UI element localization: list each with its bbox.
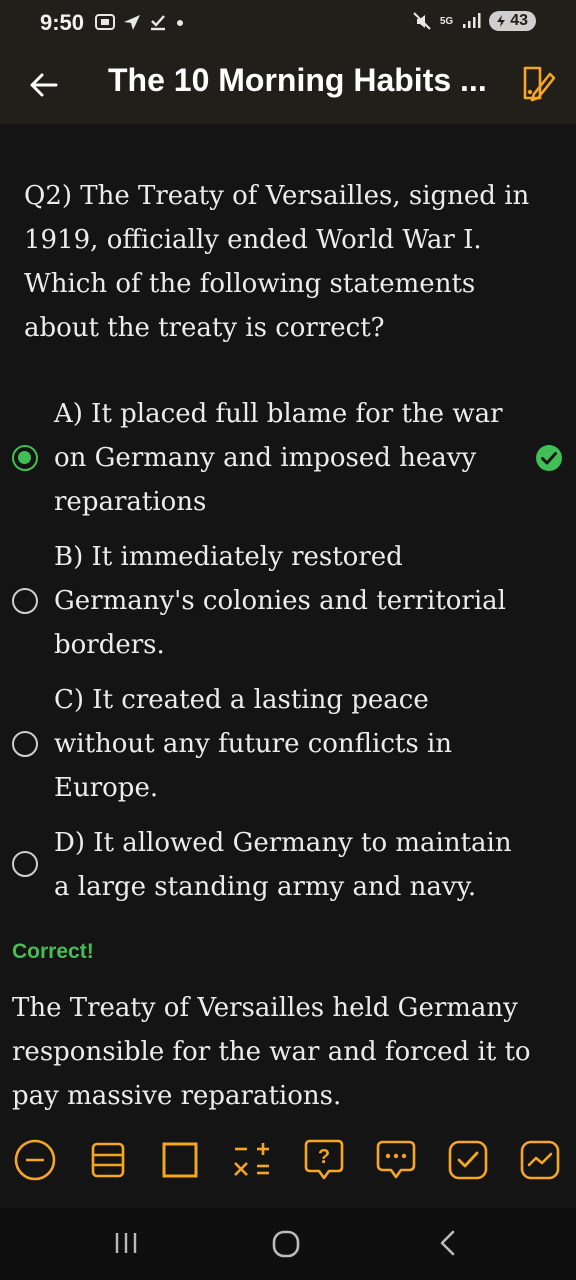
recent-apps-icon[interactable]	[111, 1228, 141, 1258]
mute-icon	[413, 12, 431, 30]
option-c[interactable]: C) It created a lasting peace without an…	[0, 678, 576, 810]
send-icon	[124, 15, 140, 30]
result-label: Correct!	[12, 940, 94, 963]
home-icon[interactable]	[270, 1228, 302, 1260]
option-b[interactable]: B) It immediately restored Germany's col…	[0, 535, 576, 667]
calculator-icon[interactable]	[229, 1137, 275, 1183]
system-nav-bar	[0, 1208, 576, 1280]
screenshot-icon	[95, 14, 115, 30]
square-icon[interactable]	[157, 1137, 203, 1183]
download-done-icon	[151, 15, 165, 31]
status-bar: 9:50 5G 43	[0, 0, 576, 48]
check-icon[interactable]	[445, 1137, 491, 1183]
network-label: 5G	[439, 15, 454, 27]
radio-selected-icon[interactable]	[12, 445, 38, 471]
page-title: The 10 Morning Habits ...	[108, 62, 487, 98]
option-d[interactable]: D) It allowed Germany to maintain a larg…	[0, 821, 576, 909]
edit-note-icon[interactable]	[520, 64, 556, 104]
option-c-text: C) It created a lasting peace without an…	[54, 685, 453, 803]
option-a-text: A) It placed full blame for the war on G…	[54, 399, 503, 517]
svg-text:?: ?	[318, 1146, 330, 1168]
notification-icons	[94, 12, 186, 32]
app-bar: The 10 Morning Habits ...	[0, 48, 576, 124]
back-icon[interactable]	[433, 1228, 463, 1258]
radio-icon[interactable]	[12, 851, 38, 877]
chart-icon[interactable]	[517, 1137, 563, 1183]
option-d-text: D) It allowed Germany to maintain a larg…	[54, 828, 512, 902]
correct-check-icon	[536, 445, 562, 471]
radio-icon[interactable]	[12, 731, 38, 757]
question-icon[interactable]: ?	[301, 1137, 347, 1183]
status-time: 9:50	[40, 10, 85, 35]
bottom-toolbar: ?	[0, 1137, 576, 1183]
battery-indicator: 43	[489, 11, 536, 31]
signal-icon	[463, 13, 481, 28]
explanation-text: The Treaty of Versailles held Germany re…	[12, 993, 531, 1111]
minus-circle-icon[interactable]	[12, 1137, 58, 1183]
battery-saver-icon	[497, 15, 506, 27]
chat-icon[interactable]	[373, 1137, 419, 1183]
battery-level: 43	[510, 12, 528, 29]
system-icons: 5G 43	[412, 11, 536, 31]
dot-icon	[177, 20, 183, 26]
question-text: Q2) The Treaty of Versailles, signed in …	[24, 181, 530, 343]
option-b-text: B) It immediately restored Germany's col…	[54, 542, 506, 660]
notes-icon[interactable]	[85, 1137, 131, 1183]
radio-icon[interactable]	[12, 588, 38, 614]
option-a[interactable]: A) It placed full blame for the war on G…	[0, 392, 576, 524]
back-arrow-icon[interactable]	[26, 67, 62, 103]
